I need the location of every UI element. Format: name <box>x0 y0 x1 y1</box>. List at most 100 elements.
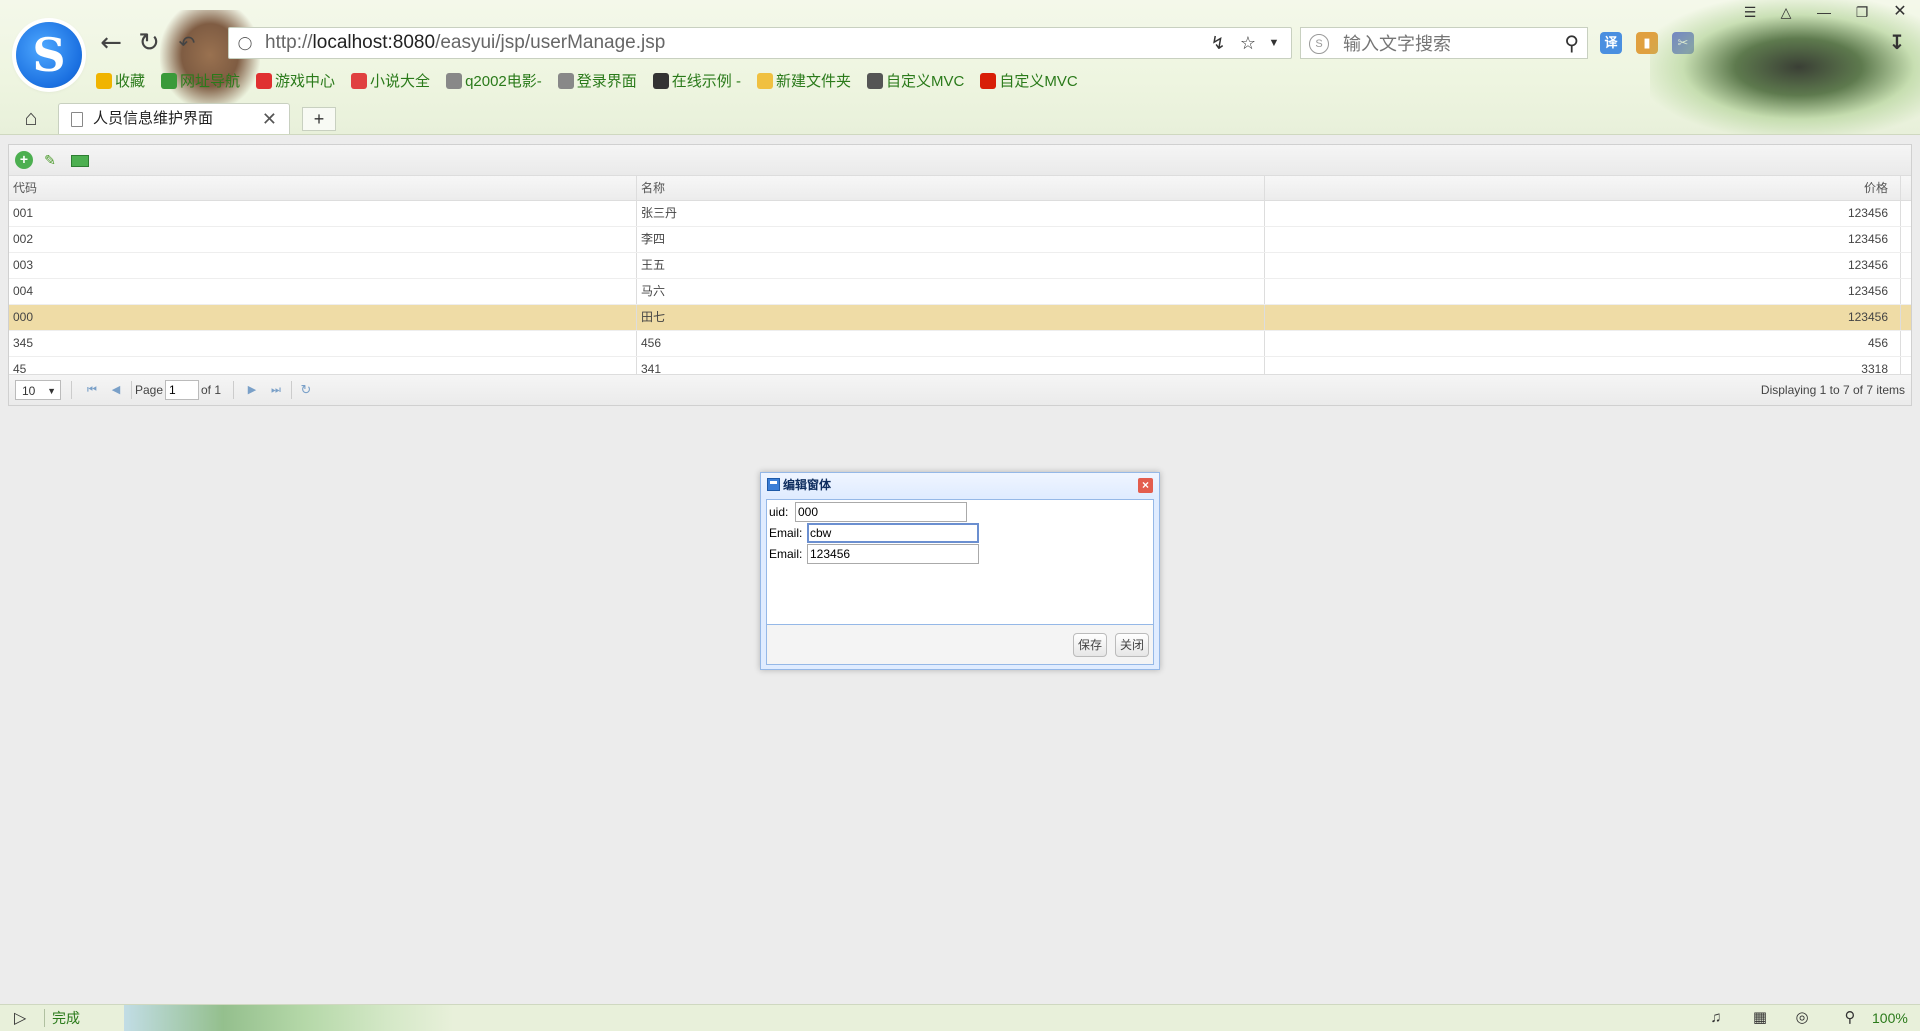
next-page-icon[interactable]: ▶ <box>245 382 259 398</box>
close-dialog-icon[interactable]: × <box>1138 478 1153 493</box>
close-window-icon[interactable]: ✕ <box>1888 2 1912 22</box>
column-header-name[interactable]: 名称 <box>637 176 1265 200</box>
skin-icon[interactable]: △ <box>1774 2 1798 22</box>
address-url[interactable]: http://localhost:8080/easyui/jsp/userMan… <box>265 28 665 58</box>
tab-user-manage[interactable]: 人员信息维护界面 ✕ <box>58 103 290 134</box>
column-header-code[interactable]: 代码 <box>9 176 637 200</box>
close-tab-icon[interactable]: ✕ <box>262 104 277 134</box>
lightning-icon[interactable]: ↯ <box>1207 32 1229 54</box>
url-host: localhost:8080 <box>312 32 436 53</box>
minimize-icon[interactable]: — <box>1812 2 1836 22</box>
save-button[interactable]: 保存 <box>1073 633 1107 657</box>
game-icon <box>256 73 273 89</box>
search-engine-icon[interactable]: S <box>1309 34 1329 54</box>
remove-icon[interactable] <box>71 155 89 167</box>
star-icon[interactable]: ☆ <box>1237 32 1259 54</box>
translate-icon[interactable]: 译 <box>1600 32 1622 54</box>
download-icon[interactable]: ↧ <box>1886 32 1908 54</box>
edit-dialog: 编辑窗体 × uid: Email: Email: 保存 关闭 <box>760 472 1160 670</box>
bookmark-item[interactable]: 自定义MVC <box>866 70 964 94</box>
bookmark-item[interactable]: 网址导航 <box>161 70 240 94</box>
table-row[interactable]: 000 田七 123456 <box>9 305 1911 331</box>
cell-name: 田七 <box>637 305 1265 330</box>
bookmark-item[interactable]: 在线示例 - <box>652 70 741 94</box>
search-box[interactable]: S ⚲ <box>1300 27 1588 59</box>
form-row-email-2: Email: <box>769 544 979 564</box>
close-button[interactable]: 关闭 <box>1115 633 1149 657</box>
table-row[interactable]: 345 456 456 <box>9 331 1911 357</box>
bookmark-item[interactable]: 新建文件夹 <box>756 70 851 94</box>
refresh-page-icon[interactable]: ↻ <box>299 382 313 398</box>
cell-price: 123456 <box>1265 201 1901 226</box>
new-tab-button[interactable]: + <box>302 107 336 131</box>
cell-code: 004 <box>9 279 637 304</box>
table-row[interactable]: 004 马六 123456 <box>9 279 1911 305</box>
first-page-icon[interactable]: ⏮ <box>85 382 99 398</box>
page-icon <box>557 73 574 89</box>
restore-icon[interactable]: ❐ <box>1850 2 1874 22</box>
grid-header: 代码 名称 价格 <box>9 176 1911 201</box>
search-icon[interactable]: ⚲ <box>1564 31 1579 56</box>
cell-name: 李四 <box>637 227 1265 252</box>
security-shield-icon: ◯ <box>237 35 253 50</box>
grid-toolbar: + ✎ <box>9 145 1911 176</box>
bookmark-item[interactable]: 收藏 <box>96 70 145 94</box>
column-header-price[interactable]: 价格 <box>1265 176 1901 200</box>
bookmark-item[interactable]: 小说大全 <box>351 70 430 94</box>
play-icon[interactable]: ▷ <box>14 1008 26 1028</box>
bookmark-item[interactable]: 游戏中心 <box>256 70 335 94</box>
cell-price: 123456 <box>1265 227 1901 252</box>
prev-page-icon[interactable]: ◀ <box>109 382 123 398</box>
home-icon[interactable]: ⌂ <box>18 106 44 130</box>
chevron-down-icon[interactable]: ▼ <box>1263 32 1285 54</box>
dialog-title: 编辑窗体 <box>783 478 832 492</box>
tab-row: ⌂ 人员信息维护界面 ✕ + <box>0 100 1920 134</box>
table-row[interactable]: 003 王五 123456 <box>9 253 1911 279</box>
form-row-uid: uid: <box>769 502 967 522</box>
cell-name: 马六 <box>637 279 1265 304</box>
email-label-2: Email: <box>769 547 803 561</box>
status-separator <box>44 1009 45 1027</box>
pager-info: Displaying 1 to 7 of 7 items <box>1760 383 1905 397</box>
menu-icon[interactable]: ☰ <box>1738 2 1762 22</box>
pager-separator <box>131 381 132 399</box>
browser-logo <box>16 22 82 88</box>
book-icon <box>351 73 368 89</box>
back-icon[interactable]: ← <box>96 28 126 58</box>
undo-icon[interactable]: ↶ <box>172 28 202 58</box>
bookmark-item[interactable]: 自定义MVC <box>980 70 1078 94</box>
layout-icon[interactable]: ▦ <box>1750 1008 1770 1028</box>
table-row[interactable]: 002 李四 123456 <box>9 227 1911 253</box>
csdn-icon <box>980 73 997 89</box>
last-page-icon[interactable]: ⏭ <box>269 382 283 398</box>
edit-icon[interactable]: ✎ <box>41 151 59 169</box>
page-number-input[interactable] <box>165 380 199 400</box>
grid-body: 001 张三丹 123456 002 李四 123456 003 王五 123456 004 马六 1… <box>9 201 1911 383</box>
speaker-icon[interactable]: ♫ <box>1706 1008 1726 1028</box>
page-size-select[interactable]: 10 ▼ <box>15 380 61 400</box>
zoom-icon[interactable]: ⚲ <box>1840 1008 1860 1028</box>
form-row-email: Email: <box>769 523 979 543</box>
globe-icon <box>161 73 178 89</box>
cell-price: 123456 <box>1265 279 1901 304</box>
cell-code: 002 <box>9 227 637 252</box>
cell-price: 456 <box>1265 331 1901 356</box>
uid-field[interactable] <box>795 502 967 522</box>
cell-code: 345 <box>9 331 637 356</box>
pager-separator <box>71 381 72 399</box>
dialog-header[interactable]: 编辑窗体 × <box>761 473 1159 497</box>
bookmark-item[interactable]: q2002电影- <box>446 70 542 94</box>
address-bar[interactable]: ◯ http://localhost:8080/easyui/jsp/userM… <box>228 27 1292 59</box>
table-row[interactable]: 001 张三丹 123456 <box>9 201 1911 227</box>
bookmarks-bar: 收藏 网址导航 游戏中心 小说大全 q2002电影- 登录界面 在线示例 - 新建文件夹 自定义… <box>96 70 1094 94</box>
page-size-value: 10 <box>22 384 36 398</box>
page-icon <box>446 73 463 89</box>
add-icon[interactable]: + <box>15 151 33 169</box>
bookmark-item[interactable]: 登录界面 <box>557 70 637 94</box>
email-field[interactable] <box>807 523 979 543</box>
search-input[interactable] <box>1341 30 1545 58</box>
shield-icon[interactable]: ◎ <box>1792 1008 1812 1028</box>
refresh-icon[interactable]: ↻ <box>134 28 164 58</box>
email-field-2[interactable] <box>807 544 979 564</box>
zoom-level[interactable]: 100% <box>1872 1005 1908 1031</box>
